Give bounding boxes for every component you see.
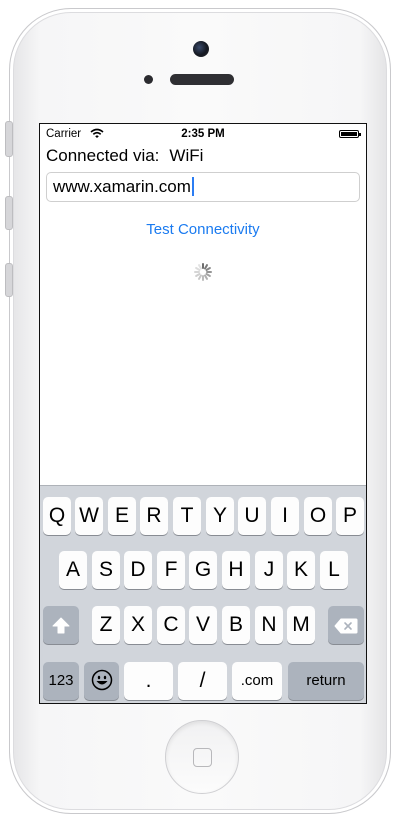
- key-z[interactable]: Z: [92, 606, 120, 644]
- key-x[interactable]: X: [124, 606, 152, 644]
- url-input[interactable]: www.xamarin.com: [46, 172, 360, 202]
- return-key[interactable]: return: [288, 662, 364, 700]
- connection-label: Connected via:: [46, 146, 160, 165]
- battery-icon: [339, 130, 361, 138]
- key-h[interactable]: H: [222, 551, 250, 589]
- key-o[interactable]: O: [304, 497, 332, 535]
- volume-down-button: [5, 263, 13, 297]
- key-q[interactable]: Q: [43, 497, 71, 535]
- key-j[interactable]: J: [255, 551, 283, 589]
- key-b[interactable]: B: [222, 606, 250, 644]
- key-w[interactable]: W: [75, 497, 103, 535]
- status-time: 2:35 PM: [181, 128, 225, 140]
- dot-key[interactable]: .: [124, 662, 173, 700]
- key-c[interactable]: C: [157, 606, 185, 644]
- connection-status: Connected via: WiFi: [46, 146, 203, 166]
- key-s[interactable]: S: [92, 551, 120, 589]
- key-r[interactable]: R: [140, 497, 168, 535]
- slash-key[interactable]: /: [178, 662, 227, 700]
- key-p[interactable]: P: [336, 497, 364, 535]
- key-t[interactable]: T: [173, 497, 201, 535]
- emoji-face-icon: [91, 669, 112, 691]
- proximity-sensor: [144, 75, 153, 84]
- key-k[interactable]: K: [287, 551, 315, 589]
- status-bar: Carrier 2:35 PM: [40, 124, 366, 144]
- volume-up-button: [5, 196, 13, 230]
- key-n[interactable]: N: [255, 606, 283, 644]
- activity-spinner-icon: [194, 263, 212, 281]
- key-a[interactable]: A: [59, 551, 87, 589]
- key-d[interactable]: D: [124, 551, 152, 589]
- front-camera: [193, 41, 209, 57]
- key-e[interactable]: E: [108, 497, 136, 535]
- mute-switch: [5, 121, 13, 157]
- shift-arrow-icon: [52, 617, 70, 634]
- phone-screen: Carrier 2:35 PM Connected via: WiFi www.x…: [39, 123, 367, 704]
- key-m[interactable]: M: [287, 606, 315, 644]
- text-caret: [191, 177, 194, 196]
- delete-key[interactable]: [328, 606, 364, 644]
- key-l[interactable]: L: [320, 551, 348, 589]
- key-y[interactable]: Y: [206, 497, 234, 535]
- shift-key[interactable]: [43, 606, 79, 644]
- dotcom-key[interactable]: .com: [232, 662, 282, 700]
- earpiece-speaker: [170, 74, 234, 85]
- key-u[interactable]: U: [238, 497, 266, 535]
- numbers-key[interactable]: 123: [43, 662, 79, 700]
- key-f[interactable]: F: [157, 551, 185, 589]
- backspace-icon: [334, 618, 358, 634]
- emoji-key[interactable]: [84, 662, 119, 700]
- home-button[interactable]: [165, 720, 239, 794]
- key-i[interactable]: I: [271, 497, 299, 535]
- connection-value: WiFi: [169, 146, 204, 165]
- test-connectivity-button[interactable]: Test Connectivity: [40, 221, 366, 238]
- home-button-square-icon: [193, 748, 212, 767]
- keyboard: Q W E R T Y U I O P A S D F G H J K L Z …: [40, 485, 366, 703]
- key-v[interactable]: V: [189, 606, 217, 644]
- key-g[interactable]: G: [189, 551, 217, 589]
- url-input-value: www.xamarin.com: [53, 177, 191, 196]
